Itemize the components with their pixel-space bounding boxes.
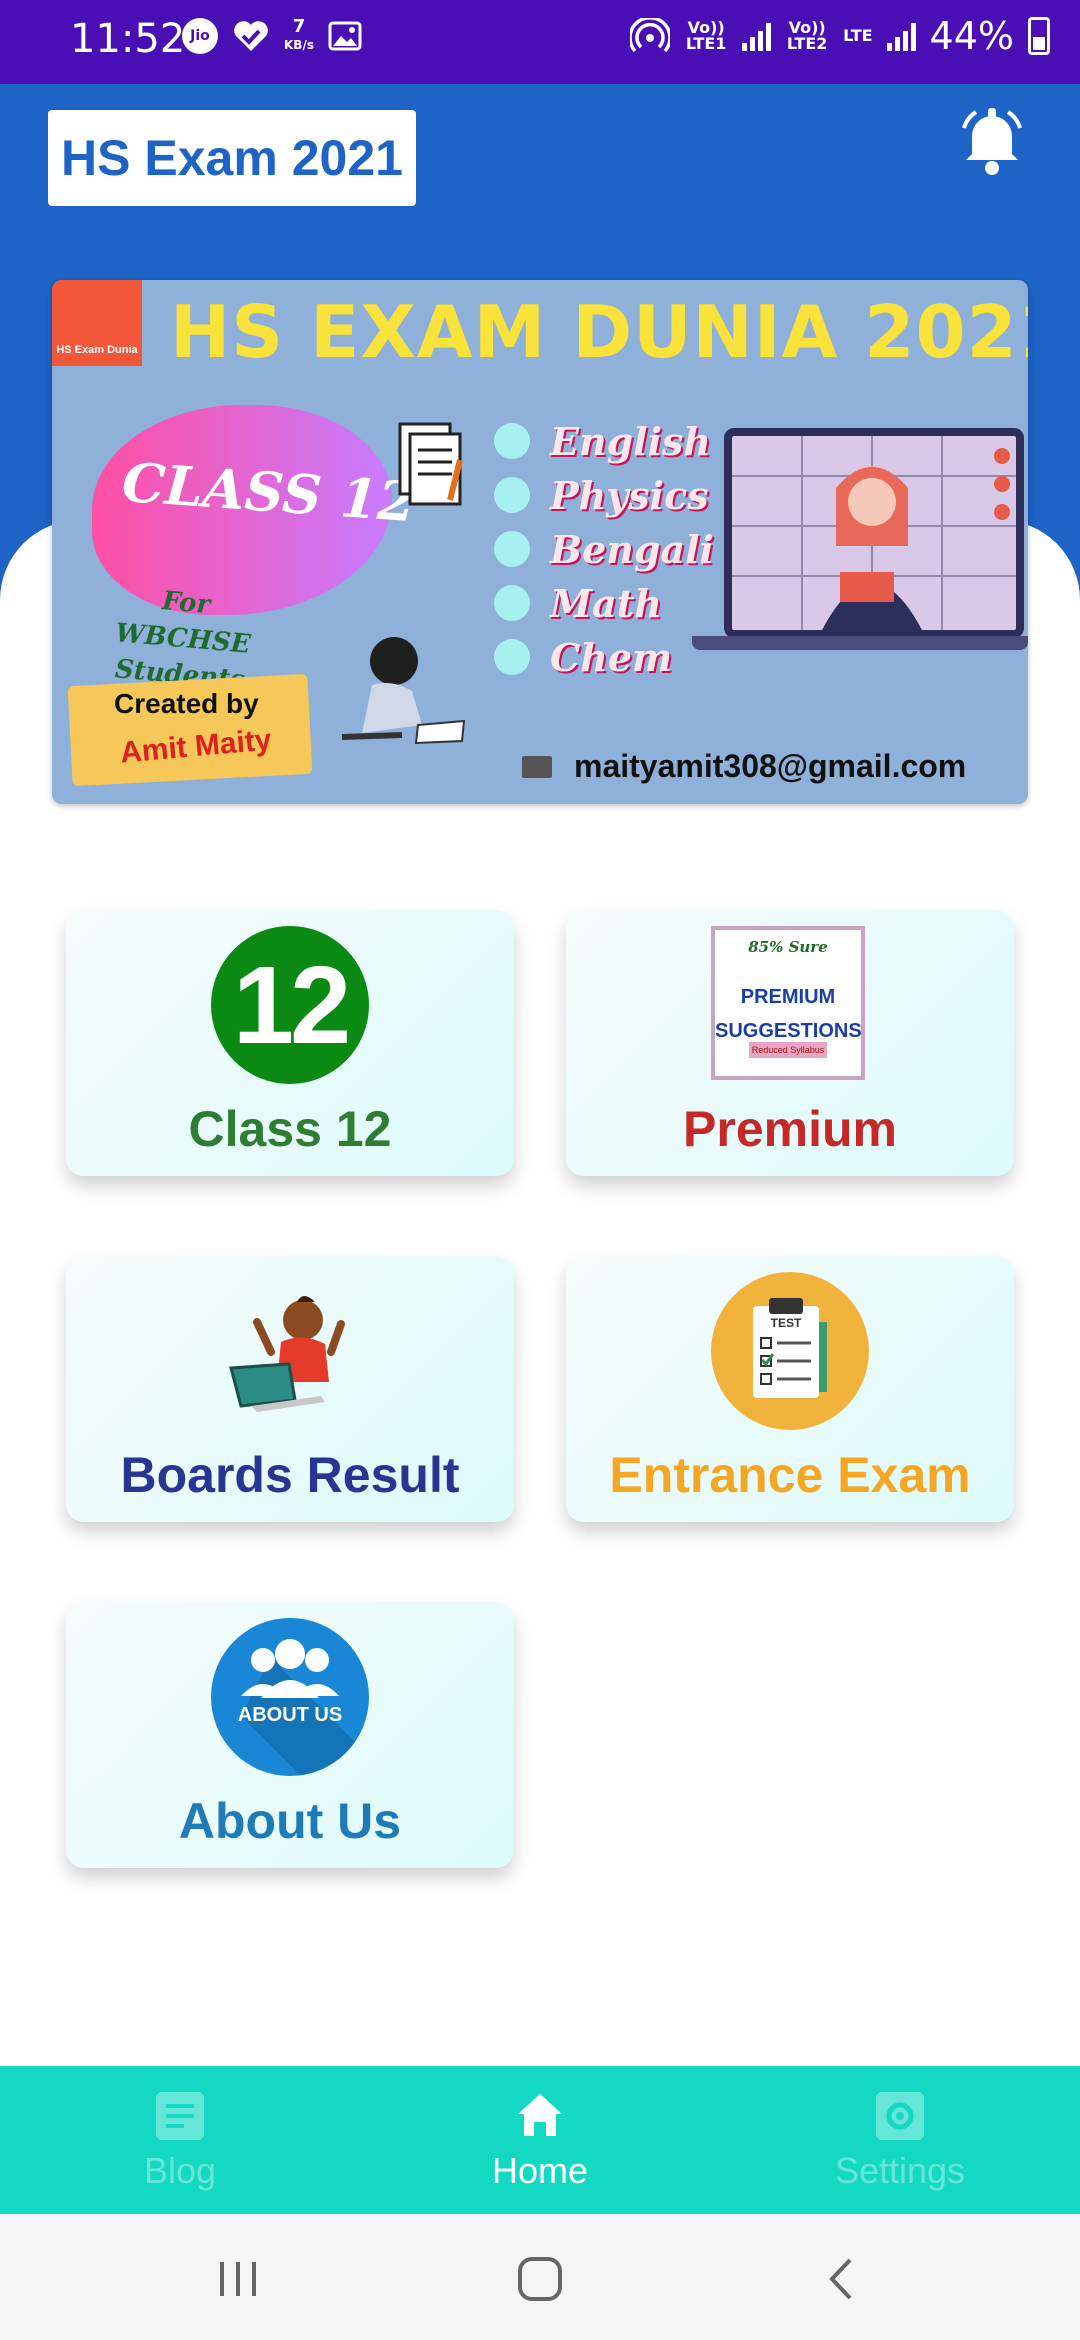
bottom-navigation: Blog Home Settings (0, 2066, 1080, 2214)
created-by-text: Created by (114, 688, 259, 719)
heart-check-icon (234, 21, 268, 51)
test-clipboard-icon: TEST (711, 1272, 869, 1430)
entrance-exam-label: Entrance Exam (609, 1447, 971, 1503)
data-rate-unit: KB/s (284, 38, 314, 52)
image-icon (328, 21, 362, 51)
banner-logo: HS Exam Dunia (52, 280, 142, 366)
nav-item-blog[interactable]: Blog (0, 2066, 360, 2214)
app-title: HS Exam 2021 (61, 130, 403, 186)
nav-label-settings: Settings (834, 2150, 966, 2191)
boards-result-card[interactable]: Boards Result (66, 1256, 514, 1522)
status-time: 11:52 (70, 16, 186, 62)
sim2-label: Vo)) LTE2 (786, 18, 828, 53)
subject-label: Math (550, 580, 662, 626)
subject-label: Bengali (550, 526, 714, 572)
premium-tag-text: Reduced Syllabus (749, 1042, 827, 1058)
status-right-icons: Vo)) LTE1 Vo)) LTE2 LTE 44% (630, 14, 1050, 58)
subject-item: Physics (494, 472, 714, 518)
blog-icon (156, 2092, 204, 2140)
about-us-icon-text: ABOUT US (237, 1704, 343, 1726)
home-button-icon[interactable] (510, 2254, 570, 2304)
class-12-card[interactable]: 12 Class 12 (66, 910, 514, 1176)
subject-label: English (550, 418, 712, 464)
status-bar: 11:52 Jio 7 KB/s Vo)) LTE1 Vo)) LTE2 LTE… (0, 0, 1080, 84)
subject-item: English (494, 418, 714, 464)
hotspot-icon (630, 18, 671, 53)
class-12-icon: 12 (211, 926, 369, 1084)
premium-label: Premium (683, 1101, 897, 1157)
signal-icon (886, 21, 916, 51)
about-us-icon: ABOUT US (211, 1618, 369, 1776)
premium-title-text: PREMIUM SUGGESTIONS (715, 986, 862, 1042)
subject-item: Bengali (494, 526, 714, 572)
about-us-label: About Us (178, 1793, 402, 1849)
nav-label-blog: Blog (143, 2150, 217, 2191)
bullet-icon (494, 531, 530, 567)
subject-label: Chem (550, 634, 673, 680)
recent-apps-icon[interactable] (208, 2254, 268, 2304)
home-icon (518, 2094, 562, 2136)
premium-suggestions-icon: 85% Sure PREMIUM SUGGESTIONS Reduced Syl… (711, 926, 869, 1084)
app-title-box: HS Exam 2021 (48, 110, 416, 206)
bell-icon[interactable] (952, 100, 1032, 180)
nav-label-home: Home (491, 2150, 589, 2191)
bullet-icon (494, 423, 530, 459)
bullet-icon (494, 639, 530, 675)
mail-icon (522, 755, 552, 778)
class-12-icon-text: 12 (211, 926, 369, 1084)
data-rate: 7 KB/s (284, 18, 314, 54)
back-icon[interactable] (812, 2254, 872, 2304)
document-icon (398, 422, 463, 506)
bullet-icon (494, 477, 530, 513)
premium-card[interactable]: 85% Sure PREMIUM SUGGESTIONS Reduced Syl… (566, 910, 1014, 1176)
system-navigation-bar (0, 2214, 1080, 2340)
student-laptop-icon (229, 1296, 345, 1412)
entrance-exam-card[interactable]: TEST Entrance Exam (566, 1256, 1014, 1522)
boards-result-label: Boards Result (120, 1447, 460, 1503)
nav-item-settings[interactable]: Settings (720, 2066, 1080, 2214)
email-row: maityamit308@gmail.com (522, 748, 966, 785)
studying-girl-illustration (341, 637, 466, 745)
laptop-base (692, 636, 1028, 650)
subject-item: Math (494, 580, 714, 626)
sim1-label: Vo)) LTE1 (685, 18, 727, 53)
jio-icon: Jio (182, 18, 218, 54)
reading-teacher-illustration (732, 436, 1016, 630)
battery-percent: 44% (929, 14, 1014, 58)
banner-email: maityamit308@gmail.com (574, 748, 967, 784)
subject-label: Physics (550, 472, 709, 518)
laptop-illustration (724, 428, 1024, 638)
premium-sure-text: 85% Sure (748, 938, 828, 956)
about-us-card[interactable]: ABOUT US About Us (66, 1602, 514, 1868)
subject-item: Chem (494, 634, 714, 680)
nav-item-home[interactable]: Home (360, 2066, 720, 2214)
class-12-label: Class 12 (188, 1101, 392, 1157)
data-rate-value: 7 (292, 16, 306, 37)
promo-banner[interactable]: HS Exam Dunia HS EXAM DUNIA 2021 CLASS 1… (52, 280, 1028, 804)
settings-icon (876, 2092, 924, 2140)
subject-list: English Physics Bengali Math Chem (494, 418, 714, 690)
battery-icon (1028, 17, 1050, 55)
signal-icon (742, 21, 772, 51)
bullet-icon (494, 585, 530, 621)
banner-title: HS EXAM DUNIA 2021 (170, 290, 1028, 374)
status-left-icons: Jio 7 KB/s (182, 18, 362, 54)
lte-label: LTE (843, 26, 873, 45)
